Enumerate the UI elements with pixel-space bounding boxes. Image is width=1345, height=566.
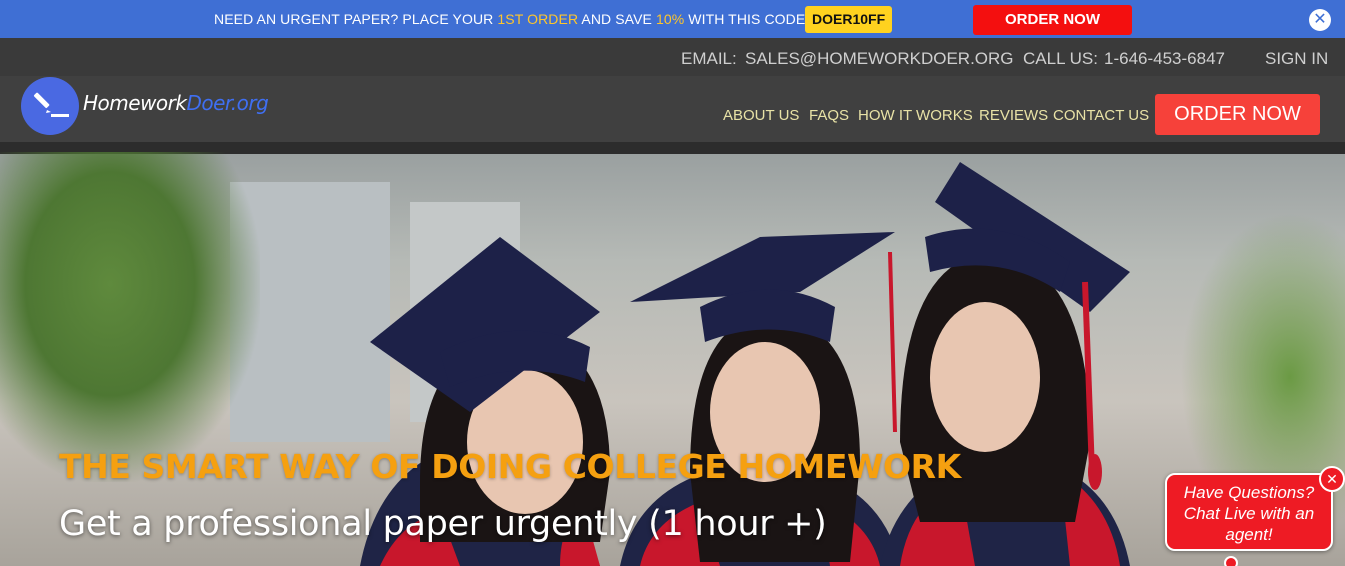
- chat-line-3: agent!: [1225, 525, 1273, 544]
- sign-in-link[interactable]: SIGN IN: [1265, 49, 1328, 69]
- logo-text-homework: Homework: [83, 91, 187, 115]
- hero-subtitle: Get a professional paper urgently (1 hou…: [59, 504, 827, 544]
- logo-pencil-icon[interactable]: [21, 77, 79, 135]
- nav-faqs[interactable]: FAQS: [809, 107, 849, 124]
- promo-text: NEED AN URGENT PAPER? PLACE YOUR 1ST ORD…: [214, 11, 809, 27]
- hero-banner: THE SMART WAY OF DOING COLLEGE HOMEWORK …: [0, 142, 1345, 566]
- promo-highlight-percent: 10%: [655, 11, 685, 27]
- email-link[interactable]: SALES@HOMEWORKDOER.ORG: [745, 49, 1014, 69]
- main-navigation: HomeworkDoer.org ABOUT US FAQS HOW IT WO…: [0, 76, 1345, 142]
- promo-text-after: WITH THIS CODE:: [684, 11, 810, 27]
- email-label: EMAIL:: [681, 49, 737, 68]
- nav-contact-us[interactable]: CONTACT US: [1053, 107, 1149, 124]
- call-label: CALL US:: [1023, 49, 1098, 68]
- chat-line-2: Chat Live with an: [1183, 504, 1315, 523]
- coupon-code-badge: DOER10FF: [805, 6, 893, 33]
- promo-text-middle: AND SAVE: [578, 11, 656, 27]
- nav-how-it-works[interactable]: HOW IT WORKS: [858, 107, 973, 124]
- close-icon[interactable]: ✕: [1309, 9, 1331, 31]
- chat-line-1: Have Questions?: [1183, 483, 1315, 502]
- nav-about-us[interactable]: ABOUT US: [723, 107, 799, 124]
- order-now-button[interactable]: ORDER NOW: [1155, 94, 1320, 135]
- promo-text-before: NEED AN URGENT PAPER? PLACE YOUR: [214, 11, 498, 27]
- logo-wordmark[interactable]: HomeworkDoer.org: [83, 91, 269, 115]
- chat-pointer-dot: [1224, 556, 1238, 566]
- live-chat-bubble[interactable]: Have Questions? Chat Live with an agent!: [1165, 473, 1333, 551]
- logo-text-doer: Doer.org: [186, 91, 269, 115]
- promo-bar: NEED AN URGENT PAPER? PLACE YOUR 1ST ORD…: [0, 0, 1345, 38]
- promo-order-now-button[interactable]: ORDER NOW: [973, 5, 1132, 35]
- promo-highlight-order: 1ST ORDER: [497, 11, 579, 27]
- hero-title: THE SMART WAY OF DOING COLLEGE HOMEWORK: [59, 447, 961, 486]
- nav-reviews[interactable]: REVIEWS: [979, 107, 1048, 124]
- contact-bar: EMAIL: SALES@HOMEWORKDOER.ORG CALL US: 1…: [0, 38, 1345, 76]
- phone-link[interactable]: 1-646-453-6847: [1104, 49, 1225, 69]
- chat-close-icon[interactable]: ✕: [1319, 466, 1345, 492]
- hero-graduates-photo: [360, 162, 1130, 566]
